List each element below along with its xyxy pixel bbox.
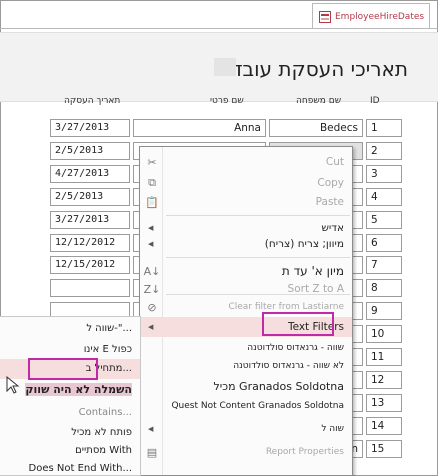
menu-item-contains[interactable]: מכיל Granados Soldotna (140, 376, 352, 396)
submenu-item-ends-with[interactable]: מסתיים With (75, 445, 132, 456)
menu-item-contains-label: מכיל Granados Soldotna (213, 379, 344, 393)
submenu-arrow-icon: ◀ (148, 240, 154, 248)
menu-item-sort-group-label: מיוון; צריח (צריח) (264, 238, 344, 250)
form-icon (319, 10, 331, 23)
id-cell[interactable]: 13 (366, 394, 402, 412)
clear-filter-icon: ⊘ (147, 300, 157, 314)
column-header-first-name: שם פרטי (210, 96, 244, 106)
paste-icon: 📋 (145, 195, 159, 209)
menu-item-equals[interactable]: שווה - גרנאדוס סולדוטנה (140, 339, 352, 357)
id-cell[interactable]: 9 (366, 302, 402, 320)
menu-item-does-not-contain[interactable]: Quest Not Content Granados Soldotna (140, 397, 352, 415)
menu-item-not-equals[interactable]: לא שווה - גרנאדוס סולדוטנה (140, 357, 352, 375)
submenu-item-not-equals[interactable]: אינו E כפול (84, 344, 132, 355)
document-tab[interactable]: EmployeeHireDates (312, 3, 430, 29)
text-filters-submenu: שווה ל-"... אינו E כפול מתחיל ב... השמלה… (0, 316, 141, 476)
menu-separator (166, 215, 350, 216)
menu-item-equals-label: שווה - גרנאדוס סולדוטנה (247, 343, 344, 353)
menu-separator (166, 294, 350, 295)
menu-item-sort-ascending-label: מיון א' עד ת (281, 264, 344, 278)
column-header-id: ID (370, 96, 380, 106)
id-cell[interactable]: 4 (366, 188, 402, 206)
menu-item-cut-label: Cut (325, 156, 344, 168)
id-cell[interactable]: 7 (366, 256, 402, 274)
hire-date-cell[interactable] (50, 279, 130, 297)
submenu-arrow-icon: ◀ (148, 224, 154, 232)
hire-date-cell[interactable]: 2/5/2013 (50, 188, 130, 206)
properties-icon: ▤ (146, 445, 158, 459)
submenu-item-does-not-begin[interactable]: השמלה לא היה שווק (25, 383, 132, 396)
hire-date-cell[interactable]: 2/5/2013 (50, 142, 130, 160)
menu-item-copy[interactable]: ⧉ Copy (140, 174, 352, 192)
submenu-item-does-not-contain[interactable]: פותח לא מכיל (71, 427, 132, 438)
menu-item-report-properties[interactable]: ▤ Report Properties (140, 443, 352, 461)
id-cell[interactable]: 3 (366, 165, 402, 183)
id-cell[interactable]: 14 (366, 417, 402, 435)
submenu-item-equals[interactable]: שווה ל-"... (86, 323, 132, 334)
hire-date-cell[interactable]: 3/27/2013 (50, 119, 130, 137)
form-title: תאריכי העסקת עובדים (213, 57, 408, 81)
context-menu: ✂ Cut ⧉ Copy 📋 Paste ◀ אדיש ◀ מיוון; צרי… (139, 146, 353, 476)
mouse-pointer-icon (6, 376, 20, 394)
id-cell[interactable]: 5 (366, 211, 402, 229)
submenu-item-does-not-end[interactable]: Does Not End With... (29, 463, 132, 474)
menu-item-not-equals-label: לא שווה - גרנאדוס סולדוטנה (233, 361, 344, 371)
copy-icon: ⧉ (148, 176, 156, 189)
menu-item-paste[interactable]: 📋 Paste (140, 193, 352, 211)
submenu-item-contains[interactable]: Contains... (79, 407, 132, 418)
submenu-arrow-icon: ◀ (148, 425, 154, 433)
menu-item-equal-to[interactable]: ◀ שוה ל (140, 420, 352, 438)
first-name-cell[interactable]: Anna (133, 119, 266, 137)
menu-item-clear-filter-label: Clear filter from Lastiarne (228, 302, 344, 312)
text-filters-callout (262, 312, 334, 336)
submenu-arrow-icon: ◀ (148, 323, 154, 331)
menu-item-sort-group[interactable]: ◀ מיוון; צריח (צריח) (140, 233, 352, 255)
hire-date-cell[interactable]: 12/12/2012 (50, 234, 130, 252)
hire-date-cell[interactable]: 12/15/2012 (50, 256, 130, 274)
id-cell[interactable]: 15 (366, 440, 402, 458)
sort-descending-icon: Z↓ (143, 282, 161, 296)
hire-date-cell[interactable]: 3/27/2013 (50, 211, 130, 229)
id-cell[interactable]: 10 (366, 325, 402, 343)
last-name-cell[interactable]: Bedecs (269, 119, 363, 137)
id-cell[interactable]: 12 (366, 371, 402, 389)
id-cell[interactable]: 11 (366, 348, 402, 366)
tab-strip-line (0, 28, 438, 29)
id-cell[interactable]: 8 (366, 279, 402, 297)
begins-with-callout (28, 358, 98, 380)
menu-item-report-properties-label: Report Properties (265, 447, 344, 457)
menu-item-does-not-contain-label: Quest Not Content Granados Soldotna (171, 401, 344, 411)
column-header-hire-date: תאריך העסקה (64, 96, 121, 106)
column-header-last-name: שם משפחה (296, 96, 342, 106)
menu-item-equal-to-label: שוה ל (321, 424, 344, 434)
sort-ascending-icon: A↓ (143, 264, 161, 278)
menu-item-cut[interactable]: ✂ Cut (140, 153, 352, 171)
id-cell[interactable]: 2 (366, 142, 402, 160)
title-selection-shade (214, 58, 236, 76)
id-cell[interactable]: 1 (366, 119, 402, 137)
hire-date-cell[interactable]: 4/27/2013 (50, 165, 130, 183)
document-tab-label: EmployeeHireDates (335, 11, 425, 22)
scissors-icon: ✂ (147, 155, 157, 169)
menu-item-paste-label: Paste (315, 196, 344, 208)
menu-item-copy-label: Copy (317, 177, 344, 189)
id-cell[interactable]: 6 (366, 234, 402, 252)
